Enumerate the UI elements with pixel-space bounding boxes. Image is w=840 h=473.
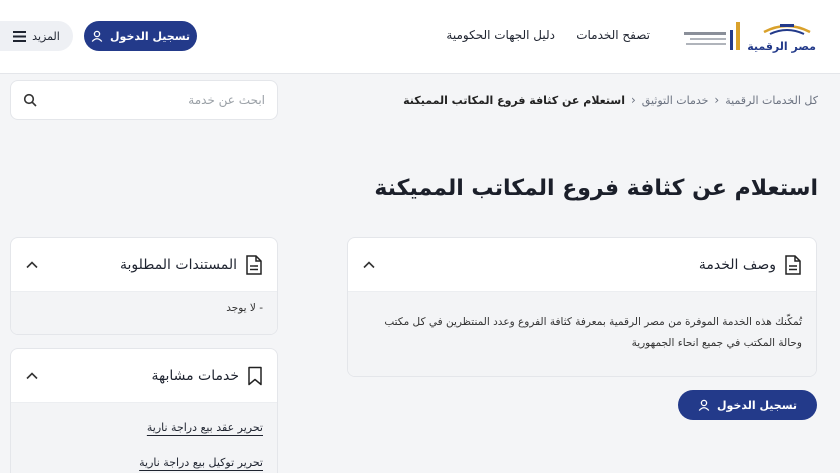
- service-description-body: تُمكّنك هذه الخدمة الموفرة من مصر الرقمي…: [348, 292, 816, 376]
- top-header: مصر الرقمية تصفح الخدمات دليل الجهات الح…: [0, 0, 840, 74]
- service-description-title: وصف الخدمة: [698, 256, 776, 273]
- chevron-up-icon[interactable]: [25, 369, 39, 383]
- digital-egypt-logo[interactable]: مصر الرقمية: [747, 18, 818, 58]
- login-button-header[interactable]: تسجيل الدخول: [84, 21, 197, 51]
- nav-government-directory[interactable]: دليل الجهات الحكومية: [446, 28, 555, 42]
- chevron-up-icon[interactable]: [362, 258, 376, 272]
- logo-text: مصر الرقمية: [747, 40, 816, 53]
- page-title: استعلام عن كثافة فروع المكاتب المميكنة: [374, 176, 818, 201]
- breadcrumb-all-services[interactable]: كل الخدمات الرقمية: [725, 94, 818, 107]
- login-button[interactable]: تسجيل الدخول: [678, 390, 817, 420]
- breadcrumb-notarization-services[interactable]: خدمات التوثيق: [642, 94, 709, 107]
- breadcrumb-current: استعلام عن كثافة فروع المكاتب المميكنة: [403, 93, 625, 107]
- required-documents-header[interactable]: المستندات المطلوبة: [11, 238, 277, 292]
- similar-service-link[interactable]: تحرير توكيل بيع دراجة نارية: [25, 452, 263, 473]
- hamburger-menu-icon: [13, 30, 27, 42]
- breadcrumb: كل الخدمات الرقمية ‹ خدمات التوثيق ‹ است…: [403, 93, 818, 107]
- similar-services-card: خدمات مشابهة تحرير عقد بيع دراجة نارية ت…: [10, 348, 278, 473]
- more-label: المزيد: [32, 29, 60, 43]
- similar-services-header[interactable]: خدمات مشابهة: [11, 349, 277, 403]
- similar-service-link[interactable]: تحرير عقد بيع دراجة نارية: [25, 417, 263, 438]
- required-documents-body: - لا يوجد: [11, 292, 277, 334]
- more-menu-button[interactable]: المزيد: [0, 21, 73, 51]
- search-input[interactable]: [23, 93, 265, 107]
- document-icon: [245, 254, 263, 275]
- required-documents-title: المستندات المطلوبة: [119, 256, 237, 273]
- chevron-left-icon: ‹: [714, 93, 720, 107]
- required-document-item: - لا يوجد: [226, 302, 263, 314]
- bookmark-icon: [247, 366, 263, 386]
- service-search-box: [10, 80, 278, 120]
- ministry-logo: [682, 20, 746, 54]
- chevron-left-icon: ‹: [630, 93, 636, 107]
- login-label: تسجيل الدخول: [110, 29, 191, 43]
- similar-services-title: خدمات مشابهة: [151, 367, 239, 384]
- user-icon: [698, 399, 710, 411]
- similar-services-body: تحرير عقد بيع دراجة نارية تحرير توكيل بي…: [11, 403, 277, 473]
- user-icon: [91, 30, 103, 42]
- service-description-text: تُمكّنك هذه الخدمة الموفرة من مصر الرقمي…: [384, 316, 802, 349]
- login-label: تسجيل الدخول: [717, 398, 798, 412]
- required-documents-card: المستندات المطلوبة - لا يوجد: [10, 237, 278, 335]
- search-icon[interactable]: [23, 93, 37, 107]
- service-description-header[interactable]: وصف الخدمة: [348, 238, 816, 292]
- service-description-card: وصف الخدمة تُمكّنك هذه الخدمة الموفرة من…: [347, 237, 817, 377]
- document-icon: [784, 254, 802, 275]
- chevron-up-icon[interactable]: [25, 258, 39, 272]
- nav-browse-services[interactable]: تصفح الخدمات: [576, 28, 650, 42]
